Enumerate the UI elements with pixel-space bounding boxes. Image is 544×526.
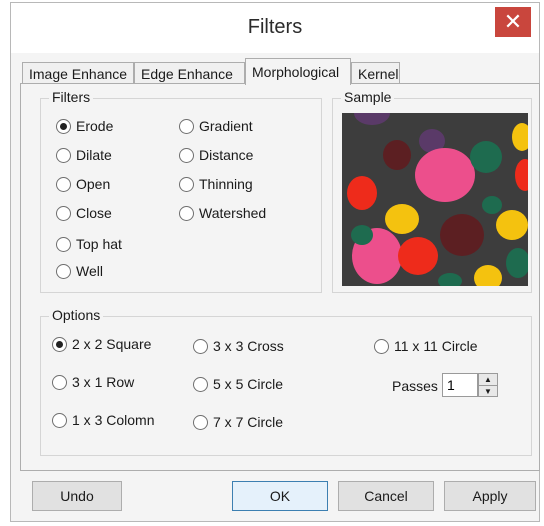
radio-7x7-circle-label: 7 x 7 Circle (213, 414, 284, 430)
filters-group-label: Filters (49, 89, 94, 105)
radio-7x7-circle-circle (193, 414, 208, 430)
radio-erode-label: Erode (76, 118, 114, 134)
radio-3x3-cross[interactable]: 3 x 3 Cross (193, 338, 284, 354)
radio-thinning[interactable]: Thinning (179, 176, 253, 192)
radio-gradient-label: Gradient (199, 118, 253, 134)
radio-11x11-circle-label: 11 x 11 Circle (394, 338, 478, 354)
passes-input[interactable] (442, 373, 478, 397)
radio-11x11-circle[interactable]: 11 x 11 Circle (374, 338, 478, 354)
passes-label: Passes (392, 378, 438, 394)
radio-distance-label: Distance (199, 147, 254, 163)
radio-5x5-circle[interactable]: 5 x 5 Circle (193, 376, 283, 392)
passes-spinner: ▲ ▼ (478, 373, 498, 397)
radio-3x1-row-label: 3 x 1 Row (72, 374, 135, 390)
radio-watershed-label: Watershed (199, 205, 267, 221)
radio-dilate-label: Dilate (76, 147, 112, 163)
tab-image-enhance[interactable]: Image Enhance (22, 62, 134, 84)
tab-edge-enhance[interactable]: Edge Enhance (134, 62, 245, 84)
ok-button[interactable]: OK (232, 481, 328, 511)
radio-open-label: Open (76, 176, 111, 192)
radio-dilate[interactable]: Dilate (56, 147, 112, 163)
title-bar: Filters ✕ (11, 3, 539, 53)
tab-morphological[interactable]: Morphological (245, 58, 351, 85)
tab-kernel[interactable]: Kernel (351, 62, 400, 84)
radio-thinning-circle (179, 176, 194, 192)
radio-well[interactable]: Well (56, 263, 103, 279)
spin-down-button[interactable]: ▼ (479, 385, 497, 397)
window-title: Filters (247, 16, 303, 38)
radio-distance[interactable]: Distance (179, 147, 253, 163)
radio-3x3-cross-label: 3 x 3 Cross (213, 338, 284, 354)
undo-button[interactable]: Undo (32, 481, 122, 511)
radio-well-circle (56, 263, 71, 279)
radio-open[interactable]: Open (56, 176, 110, 192)
radio-3x3-cross-circle (193, 338, 208, 354)
radio-top-hat[interactable]: Top hat (56, 236, 122, 252)
chevron-down-icon: ▼ (484, 387, 492, 396)
dialog-footer: Undo OK Cancel Apply (10, 471, 540, 522)
radio-thinning-label: Thinning (199, 176, 253, 192)
radio-well-label: Well (76, 263, 103, 279)
radio-7x7-circle[interactable]: 7 x 7 Circle (193, 414, 283, 430)
radio-erode-circle (56, 118, 71, 134)
radio-1x3-column-circle (52, 412, 67, 428)
radio-3x1-row-circle (52, 374, 67, 390)
radio-close[interactable]: Close (56, 205, 112, 221)
radio-gradient-circle (179, 118, 194, 134)
radio-5x5-circle-circle (193, 376, 208, 392)
radio-1x3-column-label: 1 x 3 Colomn (72, 412, 155, 428)
radio-2x2-square-circle (52, 336, 67, 352)
options-group-label: Options (49, 307, 104, 323)
radio-1x3-column[interactable]: 1 x 3 Colomn (52, 412, 154, 428)
radio-dilate-circle (56, 147, 71, 163)
radio-distance-circle (179, 147, 194, 163)
radio-top-hat-label: Top hat (76, 236, 122, 252)
radio-open-circle (56, 176, 71, 192)
radio-11x11-circle-circle (374, 338, 389, 354)
chevron-up-icon: ▲ (484, 375, 492, 384)
radio-watershed-circle (179, 205, 194, 221)
radio-close-circle (56, 205, 71, 221)
radio-gradient[interactable]: Gradient (179, 118, 253, 134)
radio-top-hat-circle (56, 236, 71, 252)
radio-5x5-circle-label: 5 x 5 Circle (213, 376, 284, 392)
radio-2x2-square[interactable]: 2 x 2 Square (52, 336, 151, 352)
radio-watershed[interactable]: Watershed (179, 205, 266, 221)
cancel-button[interactable]: Cancel (338, 481, 434, 511)
sample-group-label: Sample (341, 89, 395, 105)
sample-image (342, 113, 528, 286)
spin-up-button[interactable]: ▲ (479, 374, 497, 385)
radio-3x1-row[interactable]: 3 x 1 Row (52, 374, 134, 390)
radio-erode[interactable]: Erode (56, 118, 113, 134)
close-icon: ✕ (503, 9, 523, 34)
close-button[interactable]: ✕ (495, 7, 531, 37)
apply-button[interactable]: Apply (444, 481, 536, 511)
radio-close-label: Close (76, 205, 112, 221)
radio-2x2-square-label: 2 x 2 Square (72, 336, 152, 352)
